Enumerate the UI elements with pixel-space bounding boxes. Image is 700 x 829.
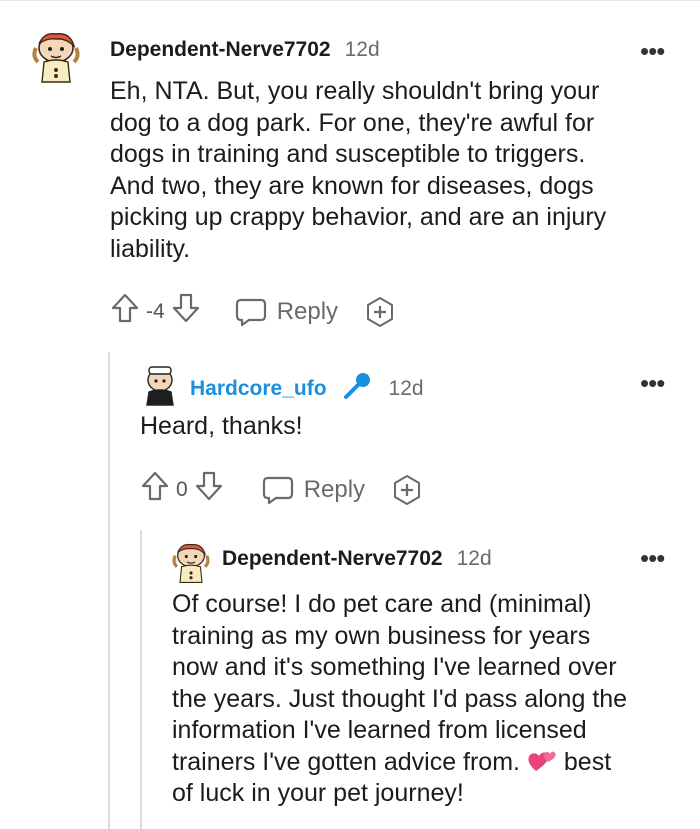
username[interactable]: Dependent-Nerve7702 [110, 38, 331, 62]
more-options-icon[interactable]: ••• [640, 545, 665, 571]
comment-line: dog to a dog park. For one, they're awfu… [110, 108, 595, 137]
comment-line: trainers I've gotten advice from. best [172, 747, 692, 779]
comment-line: picking up crappy behavior, and are an i… [110, 203, 607, 231]
comment-body: Of course! I do pet care and (minimal) t… [172, 589, 692, 810]
thread-line[interactable] [140, 530, 142, 829]
comment-line-text: best [563, 747, 612, 776]
comment-body: Heard, thanks! [140, 411, 680, 443]
downvote-icon[interactable] [171, 292, 201, 331]
award-button[interactable] [364, 296, 396, 328]
more-options-icon[interactable]: ••• [640, 38, 665, 64]
more-options-icon[interactable]: ••• [640, 370, 665, 396]
vote-count: -4 [146, 299, 165, 323]
username[interactable]: Hardcore_ufo [190, 377, 327, 401]
upvote-icon[interactable] [110, 292, 140, 331]
comment-line: And two, they are known for diseases, do… [110, 171, 594, 200]
reply-label: Reply [276, 297, 339, 325]
timestamp: 12d [456, 547, 492, 570]
comment-line: dogs in training and susceptible to trig… [110, 140, 586, 168]
user-avatar[interactable] [140, 364, 180, 406]
top-divider [0, 0, 700, 1]
reply-icon [235, 298, 266, 326]
user-avatar[interactable] [170, 540, 212, 584]
comment-line: now and it's something I've learned over [172, 653, 617, 681]
award-icon [394, 474, 421, 505]
comment-header: Dependent-Nerve7702 12d [110, 38, 380, 62]
comment-body: Eh, NTA. But, you really shouldn't bring… [110, 76, 690, 265]
comment-line: of luck in your pet journey! [172, 779, 464, 807]
username[interactable]: Dependent-Nerve7702 [222, 547, 443, 571]
comment-header: Dependent-Nerve7702 12d [222, 547, 492, 571]
timestamp: 12d [388, 376, 424, 400]
comment-header: Hardcore_ufo 12d [190, 370, 424, 407]
comment-line: Heard, thanks! [140, 412, 303, 440]
reply-icon [262, 476, 293, 504]
avatar-image [32, 33, 80, 83]
comment-line: Eh, NTA. But, you really shouldn't bring… [110, 77, 600, 105]
comment-actions: 0 Reply [140, 470, 423, 509]
upvote-icon[interactable] [140, 470, 170, 509]
avatar-image [172, 543, 210, 583]
thread-line[interactable] [108, 352, 110, 829]
avatar-image [146, 366, 174, 406]
microphone-icon [341, 370, 373, 407]
award-button[interactable] [391, 474, 423, 506]
timestamp: 12d [344, 38, 380, 61]
reply-button[interactable]: Reply [235, 297, 338, 327]
comment-line: information I've learned from licensed [172, 716, 587, 744]
award-icon [367, 296, 394, 327]
comment-line-text: trainers I've gotten advice from. [172, 747, 520, 776]
comment-line: training as my own business for years [172, 621, 591, 650]
vote-count: 0 [176, 477, 188, 501]
comment-line: the years. Just thought I'd pass along t… [172, 684, 628, 713]
reply-label: Reply [303, 475, 366, 503]
comment-line: liability. [110, 234, 191, 263]
comment-line: Of course! I do pet care and (minimal) [172, 590, 592, 618]
user-avatar[interactable] [30, 28, 82, 84]
comment-actions: -4 Reply [110, 292, 396, 331]
reply-button[interactable]: Reply [262, 475, 365, 505]
two-hearts-icon [527, 747, 557, 779]
downvote-icon[interactable] [194, 470, 224, 509]
